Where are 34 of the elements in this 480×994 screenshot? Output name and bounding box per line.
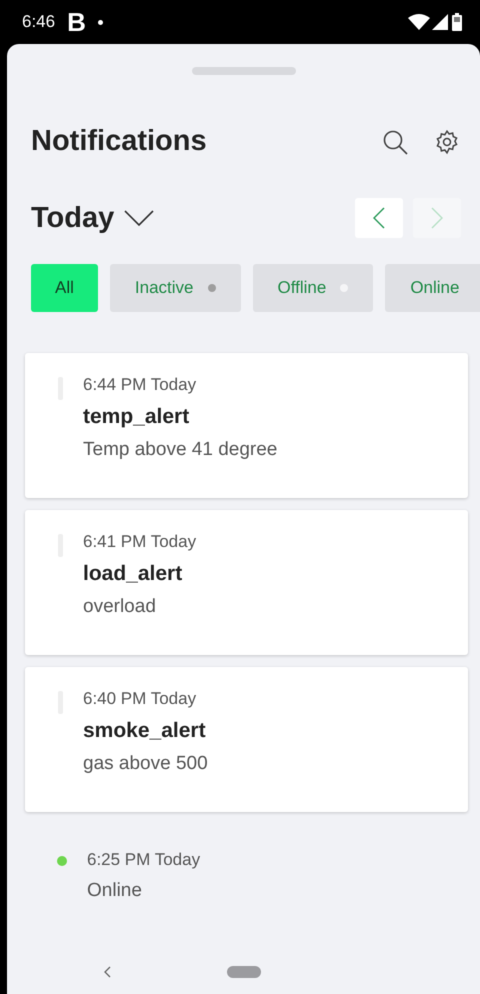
notification-title: temp_alert <box>83 405 190 429</box>
search-icon <box>382 128 408 154</box>
notification-message: Temp above 41 degree <box>83 439 278 461</box>
notification-card[interactable]: 6:40 PM Today smoke_alert gas above 500 <box>25 667 468 812</box>
chevron-left-icon <box>373 207 385 229</box>
notification-message: Online <box>87 880 143 902</box>
notification-time: 6:40 PM Today <box>83 689 198 709</box>
notification-card[interactable]: 6:41 PM Today load_alert overload <box>25 510 468 655</box>
back-icon[interactable] <box>103 966 111 978</box>
filter-tab[interactable]: All <box>31 264 98 312</box>
previous-button[interactable] <box>355 198 403 238</box>
home-pill[interactable] <box>227 966 261 978</box>
notification-time: 6:44 PM Today <box>83 375 198 395</box>
notification-title: load_alert <box>83 562 184 586</box>
wifi-icon <box>408 14 430 30</box>
chevron-right-icon <box>431 207 443 229</box>
search-button[interactable] <box>382 128 408 154</box>
app-letter: B <box>67 6 86 38</box>
notification-card[interactable]: 6:44 PM Today temp_alert Temp above 41 degree <box>25 353 468 498</box>
notification-dot <box>98 20 103 24</box>
drag-handle[interactable] <box>192 67 296 75</box>
notification-message: overload <box>83 596 157 618</box>
signal-icon <box>432 14 448 30</box>
period-dropdown[interactable]: Today <box>31 202 154 234</box>
notification-time: 6:25 PM Today <box>87 850 200 870</box>
status-time: 6:46 <box>22 12 56 32</box>
battery-icon <box>452 13 462 31</box>
page-title: Notifications <box>31 125 208 158</box>
settings-button[interactable] <box>434 128 460 154</box>
settings-icon <box>434 128 460 154</box>
notification-time: 6:41 PM Today <box>83 532 196 552</box>
chevron-down-icon <box>124 210 154 226</box>
notification-title: smoke_alert <box>83 719 207 743</box>
notification-message: gas above 500 <box>83 753 208 775</box>
